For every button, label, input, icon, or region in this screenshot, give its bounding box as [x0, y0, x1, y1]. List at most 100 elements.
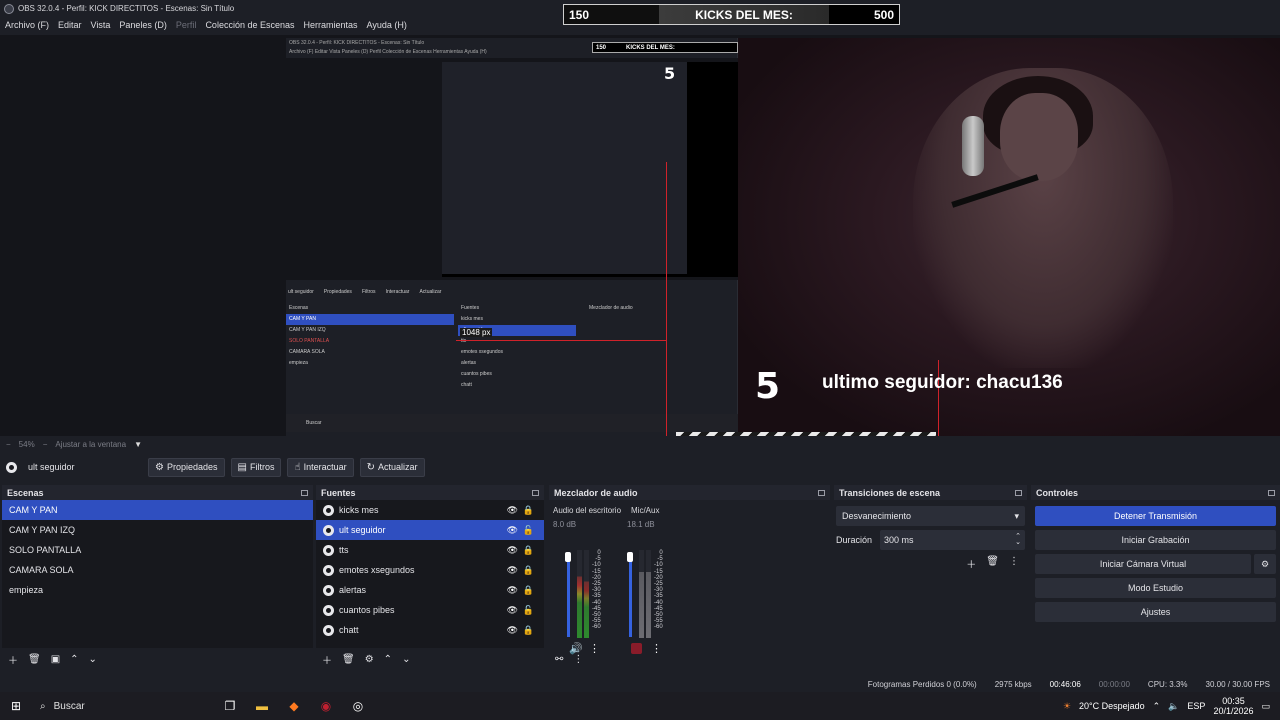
menu-edit[interactable]: Editar [58, 20, 82, 30]
start-virtual-cam-button[interactable]: Iniciar Cámara Virtual [1035, 554, 1251, 574]
trash-icon[interactable]: 🗑 [986, 556, 999, 571]
refresh-icon: ↻ [366, 461, 375, 473]
filter-icon[interactable]: ▣ [51, 654, 60, 665]
add-icon[interactable]: ＋ [8, 652, 18, 667]
source-item[interactable]: cuantos pibes 👁 🔓 [316, 600, 544, 620]
chevron-down-icon[interactable]: ▼ [134, 440, 142, 449]
stepper-icon[interactable]: ⌃ ⌄ [1015, 533, 1021, 546]
source-item[interactable]: tts 👁 🔒 [316, 540, 544, 560]
trash-icon[interactable]: 🗑 [28, 654, 41, 665]
lock-icon[interactable]: 🔒 [523, 500, 534, 520]
move-down-icon[interactable]: ⌄ [89, 654, 97, 665]
studio-mode-button[interactable]: Modo Estudio [1035, 578, 1276, 598]
scene-item[interactable]: empieza [2, 580, 313, 600]
file-explorer-icon[interactable]: ▬ [251, 695, 273, 717]
settings-button[interactable]: Ajustes [1035, 602, 1276, 622]
add-icon[interactable]: ＋ [966, 556, 976, 571]
scale-mark: -60 [654, 624, 663, 631]
eye-icon[interactable]: 👁 [507, 500, 518, 520]
undock-icon[interactable] [818, 489, 825, 496]
eye-icon[interactable]: 👁 [507, 540, 518, 560]
gear-icon[interactable]: ⚙ [365, 654, 374, 665]
eye-icon[interactable]: 👁 [507, 620, 518, 640]
unlock-icon[interactable]: 🔓 [523, 520, 534, 540]
eye-icon[interactable]: 👁 [507, 600, 518, 620]
preview-canvas[interactable]: OBS 32.0.4 - Perfil: KICK DIRECTITOS - E… [286, 38, 1280, 436]
source-item[interactable]: ult seguidor 👁 🔓 [316, 520, 544, 540]
scene-item[interactable]: CAM Y PAN [2, 500, 313, 520]
taskbar-search[interactable]: ⌕ Buscar [34, 695, 214, 717]
kebab-menu-icon[interactable]: ⋮ [573, 654, 583, 665]
move-down-icon[interactable]: ⌄ [402, 654, 410, 665]
stop-stream-button[interactable]: Detener Transmisión [1035, 506, 1276, 526]
task-view-icon[interactable]: ❐ [219, 695, 241, 717]
menu-file[interactable]: Archivo (F) [5, 20, 49, 30]
source-item[interactable]: kicks mes 👁 🔒 [316, 500, 544, 520]
mic-volume-handle[interactable] [627, 552, 633, 562]
menu-profile[interactable]: Perfil [176, 20, 197, 30]
source-item[interactable]: emotes xsegundos 👁 🔒 [316, 560, 544, 580]
eye-icon[interactable]: 👁 [507, 520, 518, 540]
source-item[interactable]: alertas 👁 🔒 [316, 580, 544, 600]
windows-start-icon[interactable]: ⊞ [5, 695, 27, 717]
eye-icon[interactable]: 👁 [507, 560, 518, 580]
move-up-icon[interactable]: ⌃ [70, 654, 78, 665]
source-type-icon [323, 544, 334, 556]
duration-value: 300 ms [884, 535, 914, 545]
scene-item[interactable]: CAMARA SOLA [2, 560, 313, 580]
browser-icon[interactable]: ◆ [283, 695, 305, 717]
menu-docks[interactable]: Paneles (D) [119, 20, 167, 30]
gear-icon[interactable]: ⚙ [1254, 554, 1276, 574]
microphone [962, 116, 984, 176]
menu-tools[interactable]: Herramientas [304, 20, 358, 30]
lock-icon[interactable]: 🔒 [523, 580, 534, 600]
interact-button[interactable]: ☝ Interactuar [287, 457, 354, 477]
mic-volume-slider[interactable] [629, 552, 632, 637]
weather-text[interactable]: 20°C Despejado [1079, 701, 1145, 711]
zoom-bar: − 54% − Ajustar a la ventana ▼ [0, 437, 1280, 451]
zoom-in-icon[interactable]: − [43, 440, 48, 449]
properties-button[interactable]: ⚙ Propiedades [148, 457, 225, 477]
menu-scene-collection[interactable]: Colección de Escenas [205, 20, 294, 30]
kicks-goal-banner: 150 KICKS DEL MES: 500 [563, 4, 900, 25]
trash-icon[interactable]: 🗑 [342, 654, 355, 665]
menu-help[interactable]: Ayuda (H) [367, 20, 407, 30]
lock-icon[interactable]: 🔒 [523, 620, 534, 640]
undock-icon[interactable] [532, 489, 539, 496]
refresh-button[interactable]: ↻ Actualizar [359, 457, 425, 477]
menu-view[interactable]: Vista [91, 20, 111, 30]
eye-icon[interactable]: 👁 [507, 580, 518, 600]
unlock-icon[interactable]: 🔓 [523, 600, 534, 620]
move-up-icon[interactable]: ⌃ [384, 654, 392, 665]
desktop-volume-slider[interactable] [567, 552, 570, 637]
kebab-menu-icon[interactable]: ⋮ [1009, 556, 1019, 571]
search-icon: ⌕ [40, 700, 46, 712]
filters-button[interactable]: ▤ Filtros [230, 457, 282, 477]
undock-icon[interactable] [1015, 489, 1022, 496]
obs-taskbar-icon[interactable]: ◎ [347, 695, 369, 717]
notifications-icon[interactable]: ▭ [1261, 701, 1270, 712]
app-icon[interactable]: ◉ [315, 695, 337, 717]
clock[interactable]: 00:35 20/1/2026 [1213, 696, 1253, 716]
controls-title: Controles [1036, 487, 1079, 498]
transition-select[interactable]: Desvanecimiento ▾ [836, 506, 1025, 526]
duration-input[interactable]: 300 ms ⌃ ⌄ [880, 530, 1025, 550]
zoom-out-icon[interactable]: − [6, 440, 11, 449]
undock-icon[interactable] [1268, 489, 1275, 496]
add-icon[interactable]: ＋ [322, 652, 332, 667]
source-item[interactable]: chatt 👁 🔒 [316, 620, 544, 640]
start-recording-button[interactable]: Iniciar Grabación [1035, 530, 1276, 550]
lock-icon[interactable]: 🔒 [523, 560, 534, 580]
mic-level-meter-r [646, 550, 651, 638]
chevron-up-icon[interactable]: ⌃ [1153, 701, 1161, 712]
scene-item[interactable]: CAM Y PAN IZQ [2, 520, 313, 540]
lang-indicator[interactable]: ESP [1187, 701, 1205, 711]
lock-icon[interactable]: 🔒 [523, 540, 534, 560]
scene-item[interactable]: SOLO PANTALLA [2, 540, 313, 560]
link-icon[interactable]: ⚯ [555, 654, 563, 665]
scenes-dock: Escenas CAM Y PAN CAM Y PAN IZQ SOLO PAN… [2, 485, 313, 670]
fit-to-window[interactable]: Ajustar a la ventana [55, 440, 126, 449]
speaker-icon[interactable]: 🔈 [1168, 701, 1179, 712]
desktop-volume-handle[interactable] [565, 552, 571, 562]
undock-icon[interactable] [301, 489, 308, 496]
